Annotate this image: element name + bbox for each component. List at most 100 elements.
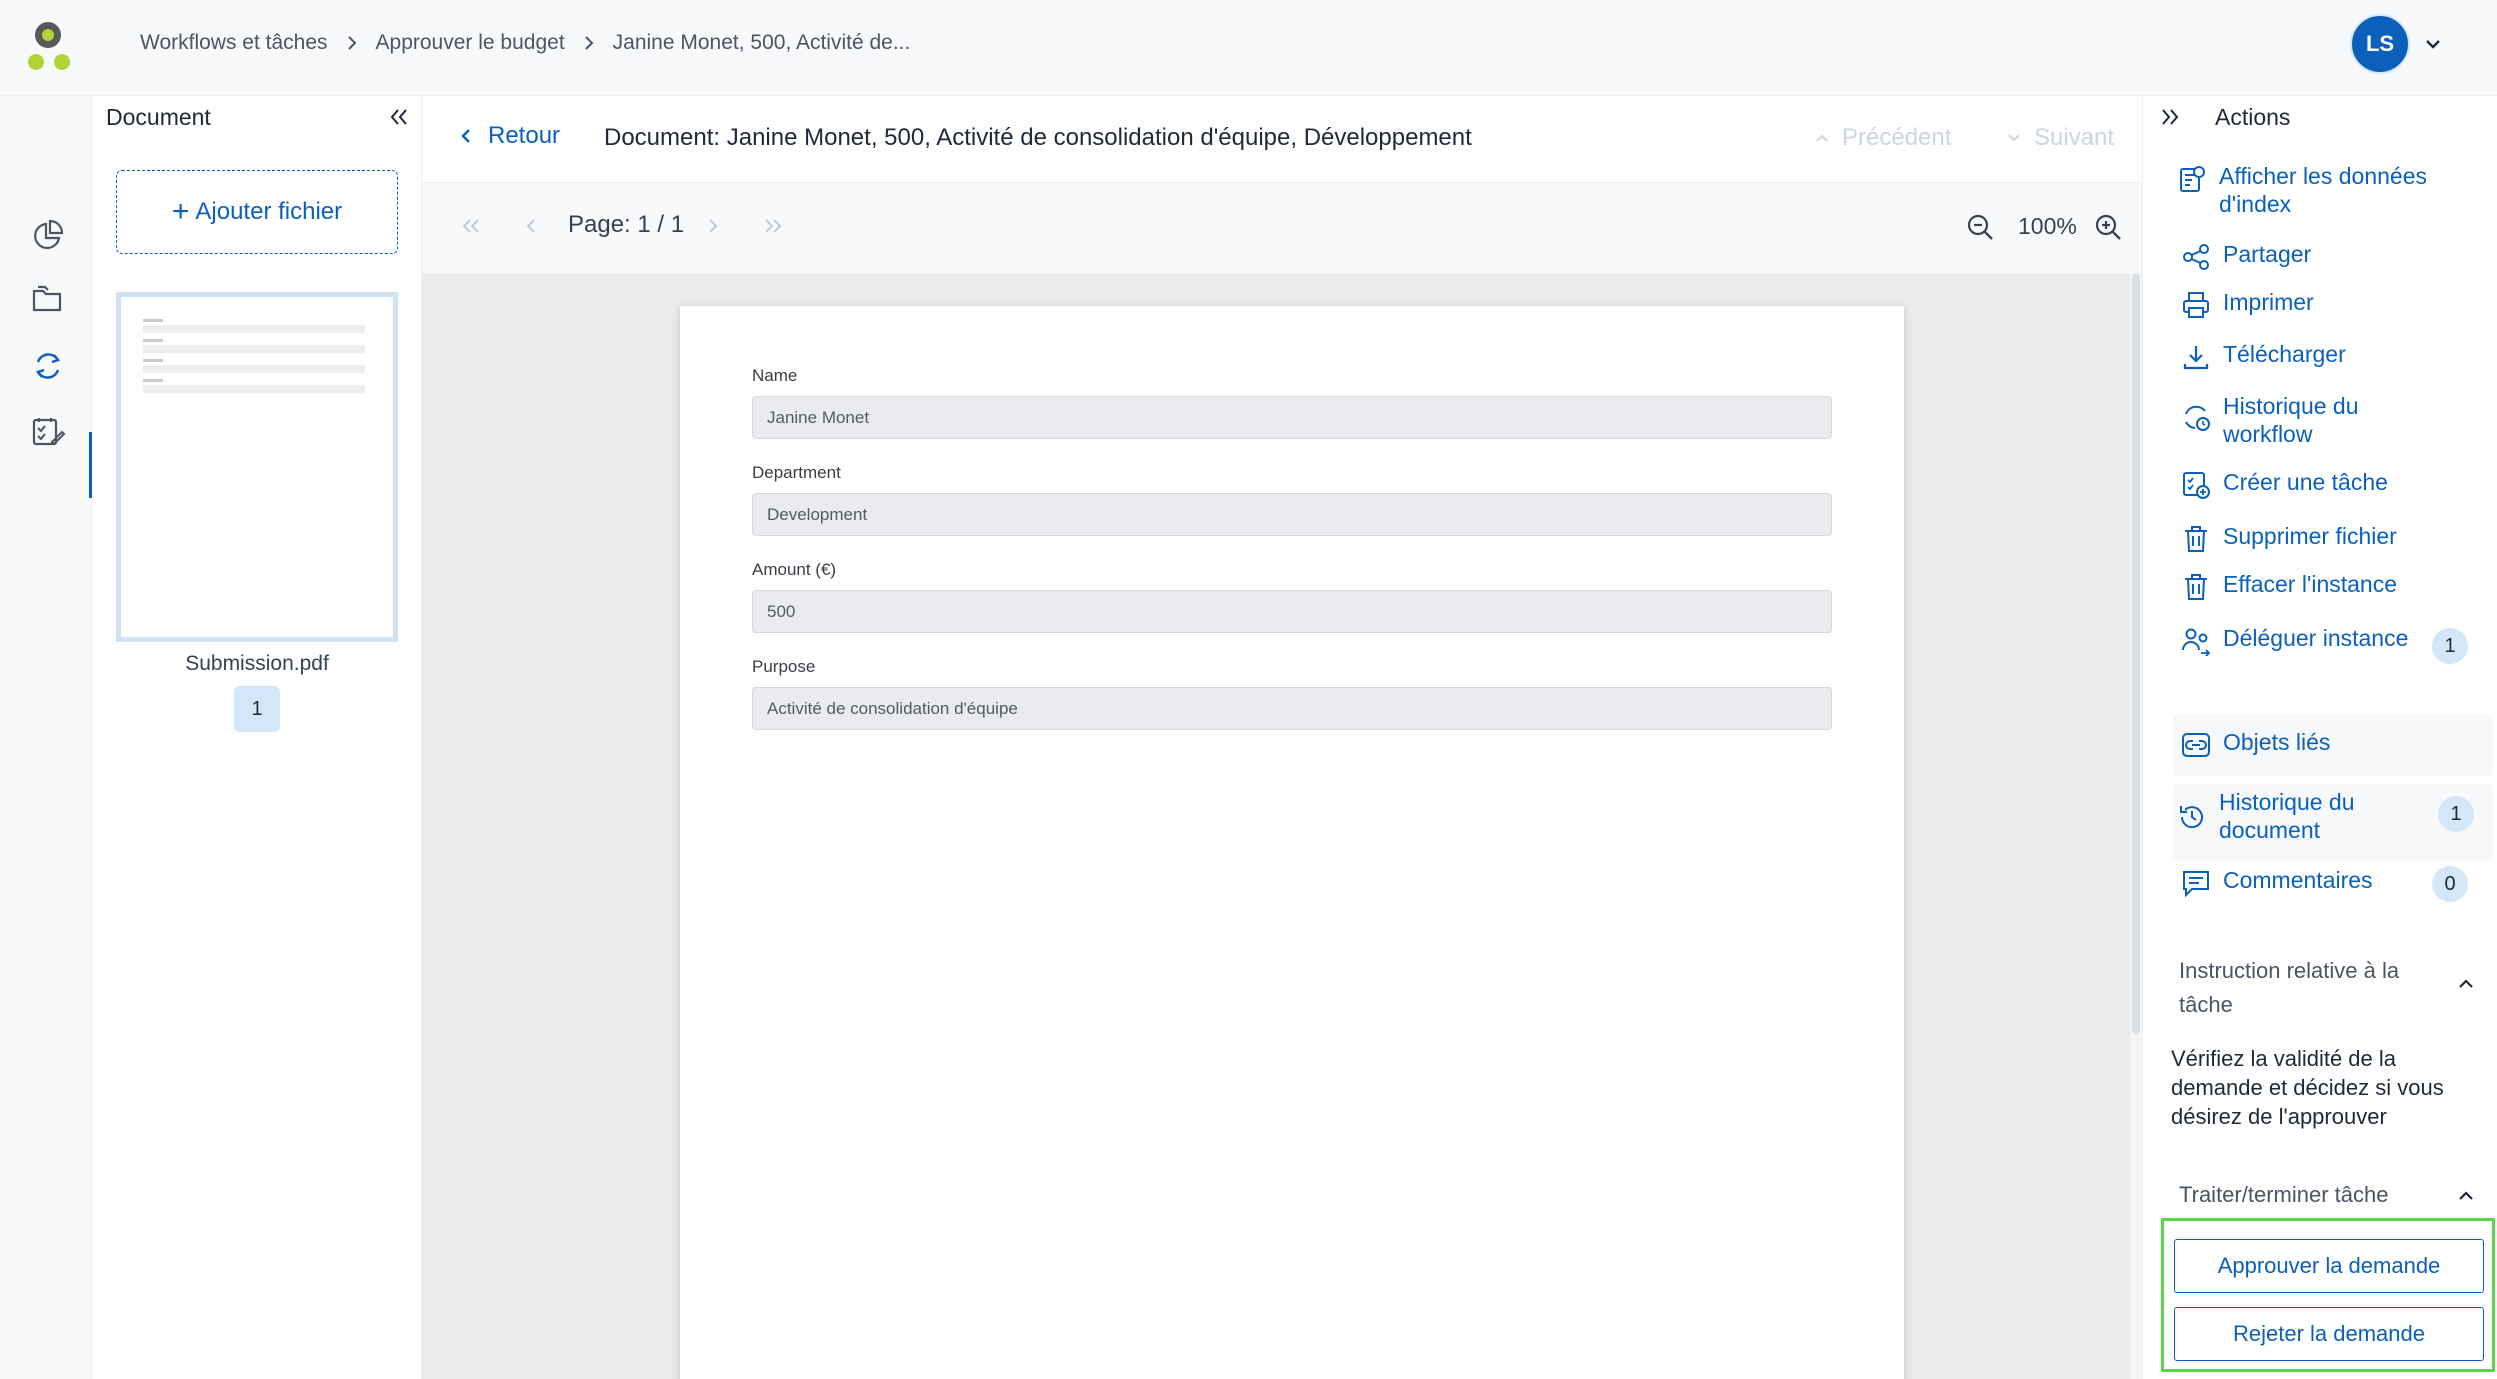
app-logo[interactable] bbox=[22, 20, 78, 76]
chevron-left-icon bbox=[461, 129, 470, 143]
dashboard-icon[interactable] bbox=[30, 218, 66, 254]
download-icon bbox=[2183, 346, 2209, 370]
top-header: Workflows et tâches Approuver le budget … bbox=[0, 0, 2497, 96]
action-label: Effacer l'instance bbox=[2223, 571, 2398, 597]
task-decision-group: Approuver la demande Rejeter la demande bbox=[2161, 1218, 2495, 1372]
file-name[interactable]: Submission.pdf bbox=[116, 652, 398, 676]
chevron-down-icon bbox=[2008, 134, 2020, 142]
field-label-amount: Amount (€) bbox=[752, 560, 837, 579]
user-menu[interactable]: LS bbox=[2350, 14, 2442, 74]
chevron-right-icon bbox=[346, 35, 358, 51]
first-page-icon[interactable] bbox=[460, 215, 482, 237]
action-print[interactable]: Imprimer bbox=[2181, 288, 2314, 320]
action-download[interactable]: Télécharger bbox=[2181, 340, 2346, 372]
action-label: Imprimer bbox=[2223, 289, 2314, 315]
action-workflow-history[interactable]: Historique du workflow bbox=[2181, 392, 2423, 448]
action-index-data[interactable]: Afficher les données d'index bbox=[2177, 162, 2479, 218]
complete-task-header[interactable]: Traiter/terminer tâche bbox=[2179, 1178, 2388, 1212]
share-icon bbox=[2183, 244, 2209, 270]
field-label-purpose: Purpose bbox=[752, 657, 816, 676]
workflow-history-icon bbox=[2185, 405, 2210, 431]
document-title: Document: Janine Monet, 500, Activité de… bbox=[604, 124, 1472, 151]
back-button[interactable]: Retour bbox=[460, 122, 560, 150]
plus-icon: + bbox=[171, 195, 190, 228]
document-panel-title: Document bbox=[106, 104, 211, 130]
previous-page-icon[interactable] bbox=[520, 215, 542, 237]
task-instruction-header[interactable]: Instruction relative à la tâche bbox=[2179, 954, 2449, 1022]
chevron-up-icon[interactable] bbox=[2457, 1190, 2475, 1202]
action-linked-objects[interactable]: Objets liés bbox=[2181, 728, 2330, 760]
breadcrumb-approve-budget[interactable]: Approuver le budget bbox=[376, 31, 565, 55]
field-label-name: Name bbox=[752, 366, 798, 385]
action-label: Commentaires bbox=[2223, 867, 2373, 893]
collapse-left-icon[interactable] bbox=[388, 106, 410, 128]
action-label: Objets liés bbox=[2223, 729, 2331, 755]
action-label: Historique du document bbox=[2219, 789, 2355, 843]
document-history-count: 1 bbox=[2438, 796, 2474, 832]
chevron-up-icon bbox=[1816, 134, 1828, 142]
chevron-up-icon[interactable] bbox=[2457, 978, 2475, 990]
breadcrumb: Workflows et tâches Approuver le budget … bbox=[140, 28, 910, 58]
action-label: Afficher les données d'index bbox=[2219, 163, 2427, 217]
zoom-out-icon[interactable] bbox=[1966, 213, 1994, 241]
approve-request-button[interactable]: Approuver la demande bbox=[2174, 1239, 2484, 1293]
tasks-icon[interactable] bbox=[30, 414, 66, 450]
action-label: Historique du workflow bbox=[2223, 393, 2359, 447]
action-document-history[interactable]: Historique du document bbox=[2177, 788, 2429, 844]
scrollbar[interactable] bbox=[2130, 274, 2142, 1379]
action-delete-file[interactable]: Supprimer fichier bbox=[2181, 522, 2397, 554]
next-page-icon[interactable] bbox=[702, 215, 724, 237]
document-viewer: Retour Document: Janine Monet, 500, Acti… bbox=[422, 96, 2142, 1379]
nav-rail bbox=[0, 96, 92, 1379]
collapse-right-icon[interactable] bbox=[2159, 106, 2181, 128]
document-page: Name Janine Monet Department Development… bbox=[680, 306, 1904, 1379]
add-file-button[interactable]: + Ajouter fichier bbox=[116, 170, 398, 254]
add-file-label: Ajouter fichier bbox=[195, 198, 343, 225]
action-delegate-instance[interactable]: Déléguer instance bbox=[2181, 624, 2408, 656]
last-page-icon[interactable] bbox=[762, 215, 784, 237]
linked-objects-count: 1 bbox=[2432, 628, 2468, 664]
workflow-icon[interactable] bbox=[30, 348, 66, 384]
trash-icon bbox=[2185, 574, 2207, 600]
page-indicator: Page: 1 / 1 bbox=[568, 211, 685, 238]
breadcrumb-current: Janine Monet, 500, Activité de... bbox=[612, 31, 911, 54]
folders-icon[interactable] bbox=[30, 282, 66, 318]
action-clear-instance[interactable]: Effacer l'instance bbox=[2181, 570, 2397, 602]
delegate-icon bbox=[2182, 628, 2211, 656]
chevron-down-icon[interactable] bbox=[2424, 38, 2442, 50]
zoom-level: 100% bbox=[2018, 213, 2077, 239]
trash-icon bbox=[2185, 526, 2207, 552]
history-icon bbox=[2180, 806, 2203, 829]
actions-panel: Actions Afficher les données d'index Par… bbox=[2142, 96, 2497, 1379]
page-badge[interactable]: 1 bbox=[234, 686, 280, 732]
create-task-icon bbox=[2183, 472, 2210, 499]
field-value-name: Janine Monet bbox=[752, 396, 1832, 439]
breadcrumb-workflows[interactable]: Workflows et tâches bbox=[140, 31, 328, 55]
zoom-in-icon[interactable] bbox=[2094, 213, 2122, 241]
document-thumbnail[interactable] bbox=[116, 292, 398, 642]
actions-title: Actions bbox=[2215, 104, 2291, 130]
reject-request-button[interactable]: Rejeter la demande bbox=[2174, 1307, 2484, 1361]
field-label-department: Department bbox=[752, 463, 841, 482]
comment-icon bbox=[2183, 871, 2209, 898]
next-button[interactable]: Suivant bbox=[2006, 124, 2114, 152]
document-canvas[interactable]: Name Janine Monet Department Development… bbox=[422, 274, 2142, 1379]
document-panel: Document + Ajouter fichier Submission.pd… bbox=[92, 96, 422, 1379]
action-label: Télécharger bbox=[2223, 341, 2346, 367]
back-label: Retour bbox=[488, 122, 561, 149]
comments-count: 0 bbox=[2432, 866, 2468, 902]
action-label: Supprimer fichier bbox=[2223, 523, 2397, 549]
action-create-task[interactable]: Créer une tâche bbox=[2181, 468, 2388, 500]
chevron-right-icon bbox=[583, 35, 595, 51]
next-label: Suivant bbox=[2034, 124, 2115, 151]
scrollbar-thumb[interactable] bbox=[2132, 274, 2140, 1034]
action-comments[interactable]: Commentaires bbox=[2181, 866, 2373, 898]
avatar[interactable]: LS bbox=[2350, 14, 2410, 74]
action-label: Déléguer instance bbox=[2223, 625, 2409, 651]
action-label: Créer une tâche bbox=[2223, 469, 2388, 495]
field-value-department: Development bbox=[752, 493, 1832, 536]
previous-button[interactable]: Précédent bbox=[1814, 124, 1951, 152]
viewer-toolbar: Page: 1 / 1 100% bbox=[422, 182, 2142, 274]
action-share[interactable]: Partager bbox=[2181, 240, 2311, 272]
task-instruction-text: Vérifiez la validité de la demande et dé… bbox=[2171, 1046, 2444, 1129]
